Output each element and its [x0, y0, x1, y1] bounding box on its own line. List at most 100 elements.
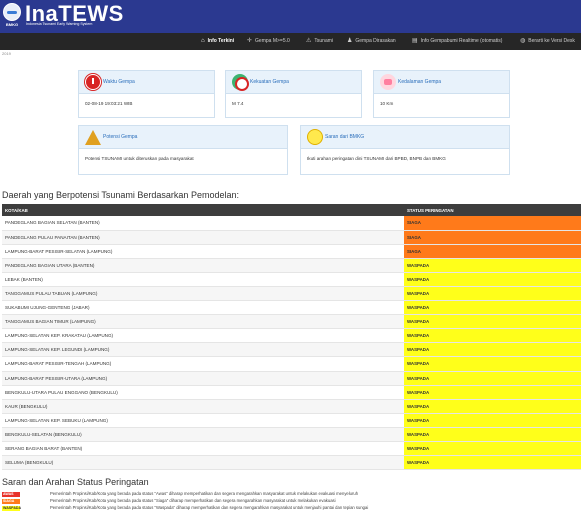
- bmkg-logo[interactable]: BMKG: [3, 3, 21, 28]
- legend-section-title: Saran dan Arahan Status Peringatan: [2, 477, 149, 487]
- table-row: SERANG BAGIAN BARAT (BANTEN) WASPADA: [2, 441, 581, 457]
- card-header: Kekuatan Gempa: [226, 71, 361, 94]
- table-row: PANDEGLANG PULAU PANAITAN (BANTEN) SIAGA: [2, 230, 581, 245]
- zone-area-cell: PANDEGLANG PULAU PANAITAN (BANTEN): [2, 230, 404, 245]
- zone-area-cell: PANDEGLANG BAGIAN SELATAN (BANTEN): [2, 216, 404, 231]
- lightbulb-icon: [307, 129, 323, 145]
- table-row: LAMPUNG-BARAT PESISIR-SELATAN (LAMPUNG) S…: [2, 244, 581, 259]
- nav-gempa-dirasakan[interactable]: ♟ Gempa Dirasakan: [347, 33, 396, 50]
- card-kedalaman-gempa: Kedalaman Gempa 10 Km: [373, 70, 510, 118]
- nav-label: Gempa M>=5.0: [255, 38, 290, 44]
- card-header: Waktu Gempa: [79, 71, 214, 94]
- legend-row-awas: AWAS Pemerintah Propinsi/Kab/Kota yang b…: [2, 491, 581, 498]
- zone-status-cell: WASPADA: [404, 385, 581, 400]
- table-row: BENGKULU-UTARA PULAU ENGGANO (BENGKULU) W…: [2, 385, 581, 400]
- zone-area-cell: LAMPUNG-SELATAN KEP. KRAKATAU (LAMPUNG): [2, 328, 404, 344]
- status-badge-siaga: SIAGA: [2, 498, 20, 504]
- status-legend: AWAS Pemerintah Propinsi/Kab/Kota yang b…: [2, 491, 581, 512]
- legend-text: Pemerintah Propinsi/Kab/Kota yang berada…: [50, 505, 369, 510]
- card-header: Saran dari BMKG: [301, 126, 509, 149]
- zone-status-cell: WASPADA: [404, 286, 581, 302]
- legend-text: Pemerintah Propinsi/Kab/Kota yang berada…: [50, 498, 336, 503]
- zone-status-cell: WASPADA: [404, 300, 581, 316]
- zone-area-cell: BENGKULU-UTARA PULAU ENGGANO (BENGKULU): [2, 385, 404, 400]
- zone-area-cell: LEBAK (BANTEN): [2, 272, 404, 287]
- table-row: TANGGAMUS PULAU TABUAN (LAMPUNG) WASPADA: [2, 286, 581, 302]
- zone-area-cell: KAUR (BENGKULU): [2, 399, 404, 414]
- nav-label: Tsunami: [314, 38, 334, 44]
- zone-area-cell: LAMPUNG-SELATAN KEP. LEGUNDI (LAMPUNG): [2, 342, 404, 358]
- nav-label: Berarti ke Versi Desk: [528, 38, 575, 44]
- brand-subtitle: Indonesia Tsunami Early Warning System: [26, 22, 93, 26]
- nav-info-terkini[interactable]: ⌂ Info Terkini: [201, 33, 234, 50]
- card-value: M 7.4: [232, 101, 244, 106]
- nav-gempa-realtime[interactable]: ▤ Info Gempabumi Realtime (otomatis): [412, 33, 502, 50]
- card-saran-bmkg: Saran dari BMKG Ikuti arahan peringatan …: [300, 125, 510, 175]
- zone-status-cell: SIAGA: [404, 216, 581, 231]
- legend-row-waspada: WASPADA Pemerintah Propinsi/Kab/Kota yan…: [2, 505, 581, 512]
- zone-status-cell: WASPADA: [404, 371, 581, 386]
- zone-area-cell: TANGGAMUS PULAU TABUAN (LAMPUNG): [2, 286, 404, 302]
- column-header-status: STATUS PERINGATAN: [404, 204, 581, 216]
- zone-area-cell: BENGKULU-SELATAN (BENGKULU): [2, 427, 404, 443]
- zone-status-cell: WASPADA: [404, 314, 581, 330]
- nav-label: Info Terkini: [207, 38, 235, 44]
- legend-row-siaga: SIAGA Pemerintah Propinsi/Kab/Kota yang …: [2, 498, 581, 505]
- zones-section-title: Daerah yang Berpotensi Tsunami Berdasark…: [2, 190, 239, 200]
- zone-status-cell: SIAGA: [404, 230, 581, 245]
- zone-status-cell: SIAGA: [404, 244, 581, 259]
- zone-area-cell: SERANG BAGIAN BARAT (BANTEN): [2, 441, 404, 457]
- nav-desktop-version[interactable]: ◍ Berarti ke Versi Desk: [520, 33, 575, 50]
- zone-status-cell: WASPADA: [404, 342, 581, 358]
- table-header-row: KOTA/KAB STATUS PERINGATAN: [2, 204, 581, 216]
- status-badge-waspada: WASPADA: [2, 505, 22, 511]
- table-row: PANDEGLANG BAGIAN UTARA (BANTEN) WASPADA: [2, 258, 581, 273]
- people-icon: ♟: [347, 38, 353, 44]
- zone-area-cell: PANDEGLANG BAGIAN UTARA (BANTEN): [2, 258, 404, 273]
- legend-text: Pemerintah Propinsi/Kab/Kota yang berada…: [50, 491, 359, 496]
- table-row: LAMPUNG-BARAT PESISIR-TENGAH (LAMPUNG) WA…: [2, 356, 581, 372]
- nav-tsunami[interactable]: ⚠ Tsunami: [306, 33, 333, 50]
- table-row: SUKABUMI UJUNG-GENTENG (JABAR) WASPADA: [2, 300, 581, 316]
- zone-status-cell: WASPADA: [404, 427, 581, 443]
- zone-area-cell: LAMPUNG-BARAT PESISIR-UTARA (LAMPUNG): [2, 371, 404, 386]
- nav-label: Info Gempabumi Realtime (otomatis): [420, 38, 503, 44]
- home-icon: ⌂: [201, 38, 205, 44]
- tsunami-zones-table: KOTA/KAB STATUS PERINGATAN PANDEGLANG BA…: [2, 204, 581, 471]
- gauge-icon: [232, 74, 249, 91]
- card-title: Waktu Gempa: [103, 79, 135, 85]
- card-value: 10 Km: [380, 101, 394, 106]
- zone-status-cell: WASPADA: [404, 272, 581, 287]
- status-badge-awas: AWAS: [2, 491, 20, 497]
- nav-gempa-m5[interactable]: ✛ Gempa M>=5.0: [247, 33, 290, 50]
- card-value: 02-08-19 19:03:21 WIB: [85, 101, 133, 106]
- zone-status-cell: WASPADA: [404, 258, 581, 273]
- breadcrumb: 2019: [2, 51, 11, 56]
- cross-icon: ✛: [247, 38, 253, 44]
- card-title: Kedalaman Gempa: [398, 79, 442, 85]
- globe-icon: ◍: [520, 38, 526, 44]
- zone-area-cell: LAMPUNG-SELATAN KEP. SEBUKU (LAMPUNG): [2, 413, 404, 428]
- card-waktu-gempa: Waktu Gempa 02-08-19 19:03:21 WIB: [78, 70, 215, 118]
- clock-icon: [85, 74, 101, 90]
- warning-triangle-icon: [85, 130, 101, 145]
- table-row: LAMPUNG-BARAT PESISIR-UTARA (LAMPUNG) WAS…: [2, 371, 581, 386]
- card-title: Kekuatan Gempa: [250, 79, 289, 85]
- nav-label: Gempa Dirasakan: [355, 38, 396, 44]
- table-row: PANDEGLANG BAGIAN SELATAN (BANTEN) SIAGA: [2, 216, 581, 231]
- card-value: Potensi TSUNAMI untuk diteruskan pada ma…: [85, 156, 194, 161]
- table-row: SELUMA (BENGKULU) WASPADA: [2, 455, 581, 471]
- table-row: KAUR (BENGKULU) WASPADA: [2, 399, 581, 414]
- zone-status-cell: WASPADA: [404, 455, 581, 471]
- warning-icon: ⚠: [306, 38, 312, 44]
- zone-status-cell: WASPADA: [404, 399, 581, 414]
- bmkg-badge-text: BMKG: [5, 22, 19, 27]
- zone-status-cell: WASPADA: [404, 441, 581, 457]
- zone-area-cell: SELUMA (BENGKULU): [2, 455, 404, 471]
- bmkg-emblem-icon: [3, 3, 21, 21]
- list-icon: ▤: [412, 38, 418, 44]
- table-row: LAMPUNG-SELATAN KEP. SEBUKU (LAMPUNG) WAS…: [2, 413, 581, 428]
- card-title: Saran dari BMKG: [325, 134, 365, 140]
- zone-status-cell: WASPADA: [404, 356, 581, 372]
- zone-area-cell: TANGGAMUS BAGIAN TIMUR (LAMPUNG): [2, 314, 404, 330]
